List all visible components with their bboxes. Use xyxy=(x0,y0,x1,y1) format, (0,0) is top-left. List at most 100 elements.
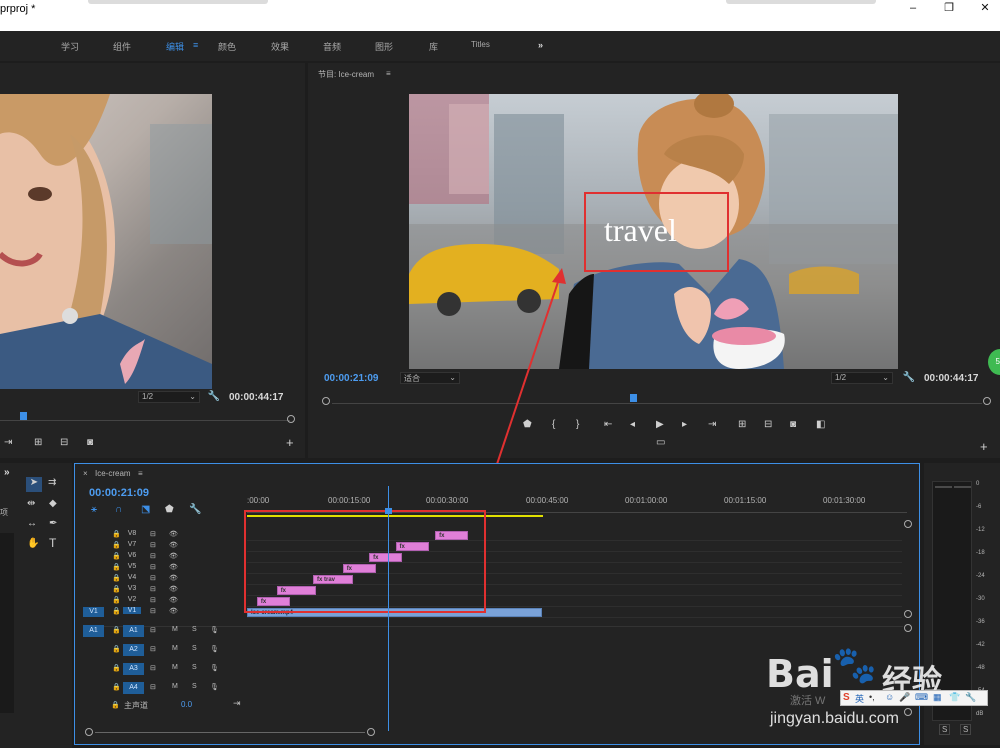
camera-icon[interactable]: ◙ xyxy=(790,419,796,431)
sync-lock-icon[interactable]: ⊟ xyxy=(150,596,156,604)
slip-tool-icon[interactable]: ↔ xyxy=(27,518,37,530)
lock-icon[interactable]: 🔒 xyxy=(112,585,121,593)
timeline-playhead-handle[interactable] xyxy=(385,508,393,514)
source-zoom-handle[interactable] xyxy=(287,415,295,423)
lock-icon[interactable]: 🔒 xyxy=(112,664,121,672)
program-zoom-handle-left[interactable] xyxy=(322,397,330,405)
timeline-menu-icon[interactable]: ≡ xyxy=(138,469,143,478)
eye-icon[interactable]: 👁 xyxy=(169,596,178,604)
workspace-tab-audio[interactable]: 音频 xyxy=(323,40,341,53)
go-to-out-icon[interactable]: ⇥ xyxy=(708,419,716,431)
nest-icon[interactable]: ⚹ xyxy=(91,504,97,516)
source-patch-a1[interactable]: A1 xyxy=(83,625,104,637)
workspace-tab-learn[interactable]: 学习 xyxy=(61,40,79,53)
track-label-a1[interactable]: A1 xyxy=(123,625,144,637)
workspace-tab-titles[interactable]: Titles xyxy=(471,40,490,49)
go-to-in-icon[interactable]: ⇤ xyxy=(604,419,612,431)
sync-lock-icon[interactable]: ⊟ xyxy=(150,664,156,672)
status-badge[interactable]: 57 xyxy=(988,349,1000,375)
track-select-icon[interactable]: ⇉ xyxy=(48,477,56,489)
sync-lock-icon[interactable]: ⊟ xyxy=(150,585,156,593)
workspace-tab-graphics[interactable]: 图形 xyxy=(375,40,393,53)
eye-icon[interactable]: 👁 xyxy=(169,552,178,560)
sync-lock-icon[interactable]: ⊟ xyxy=(150,552,156,560)
lock-icon[interactable]: 🔒 xyxy=(112,683,121,691)
source-playhead-handle[interactable] xyxy=(20,412,27,420)
workspace-tab-editing[interactable]: 编辑 xyxy=(166,40,184,53)
microphone-icon[interactable]: 🎙 xyxy=(210,683,219,691)
lock-icon[interactable]: 🔒 xyxy=(112,574,121,582)
eye-icon[interactable]: 👁 xyxy=(169,607,178,615)
lock-icon[interactable]: 🔒 xyxy=(112,552,121,560)
wrench-icon[interactable]: 🔧 xyxy=(207,391,221,403)
source-lift-icon[interactable]: ⊟ xyxy=(60,437,68,449)
program-fit-select[interactable]: 适合 ⌄ xyxy=(400,372,460,384)
camera-icon[interactable]: ◙ xyxy=(87,437,93,449)
program-time-ruler[interactable] xyxy=(318,393,998,405)
program-zoom-handle-right[interactable] xyxy=(983,397,991,405)
microphone-icon[interactable]: 🎙 xyxy=(210,626,219,634)
step-back-icon[interactable]: ◂ xyxy=(630,419,635,431)
sync-lock-icon[interactable]: ⊟ xyxy=(150,683,156,691)
track-label-v7[interactable]: V7 xyxy=(123,541,141,548)
type-tool-icon[interactable]: T xyxy=(49,537,56,549)
lock-icon[interactable]: 🔒 xyxy=(111,701,120,709)
track-label-v4[interactable]: V4 xyxy=(123,574,141,581)
program-playhead-handle[interactable] xyxy=(630,394,637,402)
program-monitor-title[interactable]: 节目: Ice-cream xyxy=(318,69,374,80)
wrench-icon[interactable]: 🔧 xyxy=(902,372,916,384)
microphone-icon[interactable]: 🎙 xyxy=(210,645,219,653)
source-overwrite-icon[interactable]: ⊞ xyxy=(34,437,42,449)
video-vertical-scrollbar[interactable] xyxy=(902,520,914,620)
mute-button[interactable]: M xyxy=(172,664,178,671)
lift-icon[interactable]: ⊞ xyxy=(738,419,746,431)
timeline-playhead[interactable] xyxy=(385,486,393,731)
add-marker-icon[interactable]: ⬟ xyxy=(165,504,174,516)
solo-button[interactable]: S xyxy=(192,664,197,671)
track-label-v5[interactable]: V5 xyxy=(123,563,141,570)
hand-tool-icon[interactable]: ✋ xyxy=(27,538,39,550)
lock-icon[interactable]: 🔒 xyxy=(112,626,121,634)
lock-icon[interactable]: 🔒 xyxy=(112,596,121,604)
mute-button[interactable]: M xyxy=(172,626,178,633)
sync-lock-icon[interactable]: ⊟ xyxy=(150,626,156,634)
master-end-icon[interactable]: ⇥ xyxy=(233,698,241,709)
eye-icon[interactable]: 👁 xyxy=(169,541,178,549)
tools-more-icon[interactable]: » xyxy=(4,467,10,478)
eye-icon[interactable]: 👁 xyxy=(169,530,178,538)
track-label-v2[interactable]: V2 xyxy=(123,596,141,603)
sync-lock-icon[interactable]: ⊟ xyxy=(150,563,156,571)
restore-button[interactable]: ❐ xyxy=(934,1,964,15)
program-resolution-select[interactable]: 1/2 ⌄ xyxy=(831,372,893,384)
lock-icon[interactable]: 🔒 xyxy=(112,563,121,571)
program-add-button[interactable]: + xyxy=(980,440,988,453)
solo-button[interactable]: S xyxy=(192,683,197,690)
minimize-button[interactable]: – xyxy=(898,1,928,15)
sync-lock-icon[interactable]: ⊟ xyxy=(150,645,156,653)
ime-toolbar[interactable]: S 英 •, ☺ 🎤 ⌨ ▦ 👕 🔧 xyxy=(840,690,988,706)
sync-lock-icon[interactable]: ⊟ xyxy=(150,607,156,615)
track-label-a4[interactable]: A4 xyxy=(123,682,144,694)
mute-button[interactable]: M xyxy=(172,683,178,690)
extract-icon[interactable]: ⊟ xyxy=(764,419,772,431)
lock-icon[interactable]: 🔒 xyxy=(112,530,121,538)
timeline-settings-icon[interactable]: 🔧 xyxy=(189,504,201,516)
mark-out-icon[interactable]: } xyxy=(576,419,579,431)
close-button[interactable]: ✕ xyxy=(970,1,1000,15)
step-forward-icon[interactable]: ▸ xyxy=(682,419,687,431)
timeline-timecode[interactable]: 00:00:21:09 xyxy=(89,487,149,499)
master-track-value[interactable]: 0.0 xyxy=(181,700,192,709)
source-time-ruler[interactable] xyxy=(0,412,296,423)
timeline-tab-close[interactable]: × xyxy=(83,469,88,478)
razor-icon[interactable]: ◆ xyxy=(49,498,57,510)
sync-lock-icon[interactable]: ⊟ xyxy=(150,574,156,582)
track-label-v6[interactable]: V6 xyxy=(123,552,141,559)
source-patch-v1[interactable]: V1 xyxy=(83,607,104,617)
comparison-view-icon[interactable]: ◧ xyxy=(816,419,825,431)
lock-icon[interactable]: 🔒 xyxy=(112,541,121,549)
timeline-horizontal-scrollbar[interactable] xyxy=(85,728,385,738)
program-menu-icon[interactable]: ≡ xyxy=(386,69,391,78)
workspace-tab-color[interactable]: 颜色 xyxy=(218,40,236,53)
source-add-button[interactable]: + xyxy=(286,436,294,449)
solo-button[interactable]: S xyxy=(192,626,197,633)
